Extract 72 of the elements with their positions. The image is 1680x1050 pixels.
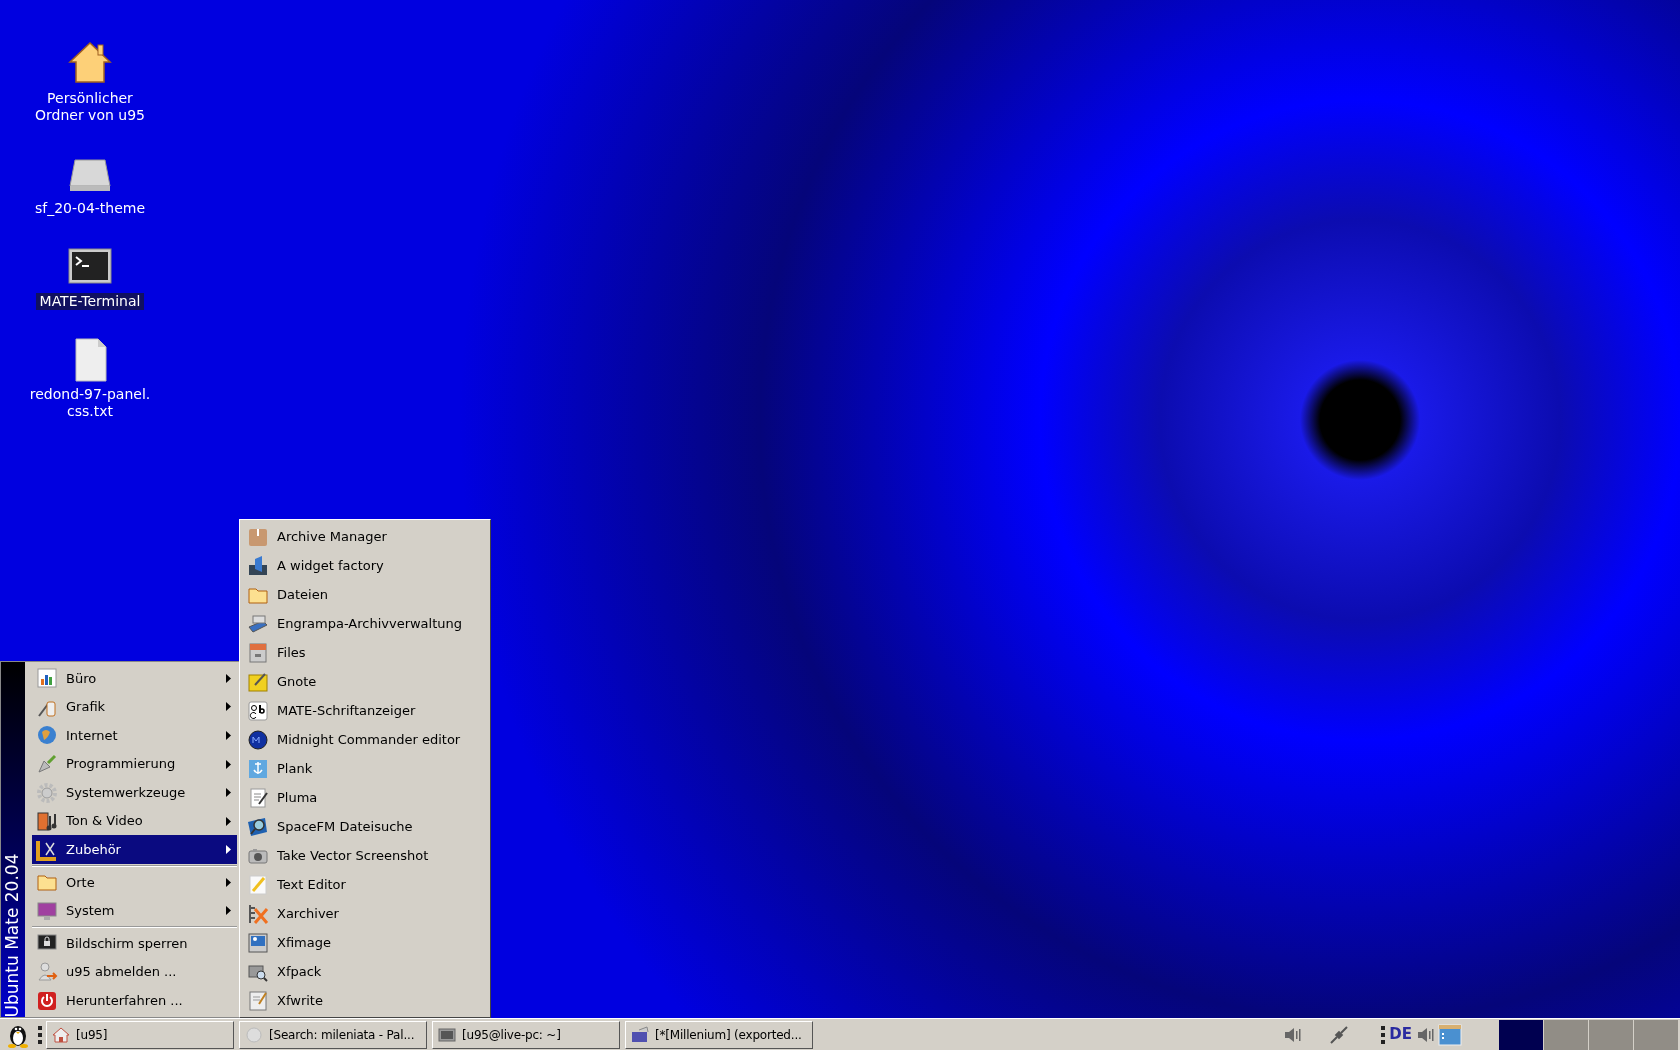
film-music-icon — [36, 810, 58, 833]
menu-item[interactable]: u95 abmelden ... — [32, 957, 237, 987]
menu-item[interactable]: Files — [243, 638, 487, 667]
desktop-icon-label: Persönlicher Ordner von u95 — [34, 90, 146, 124]
speaker-icon[interactable] — [1416, 1026, 1434, 1043]
globe-icon — [36, 724, 58, 747]
ruler-scissors-icon — [36, 838, 58, 861]
menu-item[interactable]: Systemwerkzeuge — [32, 778, 237, 807]
keyboard-layout-indicator[interactable]: DE — [1389, 1023, 1412, 1046]
terminal-icon — [438, 1025, 456, 1044]
menu-item[interactable]: Herunterfahren ... — [32, 986, 237, 1015]
menu-item[interactable]: Engrampa-Archivverwaltung — [243, 609, 487, 638]
menu-item[interactable]: Plank — [243, 754, 487, 783]
menu-item[interactable]: Dateien — [243, 580, 487, 609]
menu-item[interactable]: System — [32, 896, 237, 926]
menu-item[interactable]: Xfwrite — [243, 986, 487, 1015]
menu-item[interactable]: Zubehör — [32, 835, 237, 865]
desktop-icon-label: MATE-Terminal — [35, 293, 145, 310]
menu-item[interactable]: Internet — [32, 721, 237, 750]
document-pen-icon — [247, 989, 269, 1012]
menu-item[interactable]: Xfimage — [243, 928, 487, 957]
menu-item[interactable]: Archive Manager — [243, 522, 487, 551]
menu-item[interactable]: Bildschirm sperren — [32, 929, 237, 958]
menu-sidebar-title: Ubuntu Mate 20.04 — [4, 853, 22, 1017]
magnifier-icon — [247, 815, 269, 838]
user-arrow-icon — [36, 961, 58, 984]
house-icon — [52, 1025, 70, 1044]
desktop-icon[interactable]: Persönlicher Ordner von u95 — [20, 40, 160, 124]
cabinet-icon — [247, 641, 269, 664]
menu-item[interactable]: Grafik — [32, 692, 237, 722]
menu-item[interactable]: Xfpack — [243, 957, 487, 986]
monitor-icon — [36, 899, 58, 922]
menu-item[interactable]: Büro — [32, 664, 237, 693]
menu-item[interactable]: Programmierung — [32, 749, 237, 779]
menu-item[interactable]: A widget factory — [243, 551, 487, 580]
gear-icon — [36, 781, 58, 804]
workspace-button[interactable] — [1498, 1019, 1543, 1050]
pencil-paper-icon — [247, 873, 269, 896]
desktop-icon[interactable]: sf_20-04-theme — [20, 150, 160, 217]
window-icon[interactable] — [1438, 1023, 1462, 1046]
menu-item[interactable]: Midnight Commander editor — [243, 725, 487, 754]
menu-item[interactable]: SpaceFM Dateisuche — [243, 812, 487, 841]
taskbar-button[interactable]: [u95] — [46, 1020, 234, 1049]
mc-logo-icon — [247, 728, 269, 751]
menu-item[interactable]: Text Editor — [243, 870, 487, 899]
menu-item[interactable]: Take Vector Screenshot — [243, 841, 487, 870]
panel-handle-icon — [38, 1024, 42, 1045]
speaker-icon[interactable] — [1283, 1026, 1302, 1043]
taskbar-button[interactable]: [*[Millenium] (exported... — [625, 1020, 813, 1049]
letters-icon — [247, 699, 269, 722]
taskbar-button[interactable]: [Search: mileniata - Pal... — [239, 1020, 427, 1049]
archiver-icon — [247, 902, 269, 925]
disc-icon — [245, 1025, 263, 1044]
plug-icon[interactable] — [1329, 1024, 1350, 1045]
menu-item[interactable]: MATE-Schriftanzeiger — [243, 696, 487, 725]
menu-item[interactable]: Xarchiver — [243, 899, 487, 928]
menu-item[interactable]: Pluma — [243, 783, 487, 812]
menu-item[interactable]: Gnote — [243, 667, 487, 696]
desktop-icon[interactable]: MATE-Terminal — [20, 243, 160, 310]
image-viewer-icon — [247, 931, 269, 954]
desktop-icon-label: sf_20-04-theme — [33, 200, 147, 217]
spreadsheet-icon — [36, 667, 58, 690]
taskbar-button[interactable]: [u95@live-pc: ~] — [432, 1020, 620, 1049]
menu-item[interactable]: Orte — [32, 868, 237, 897]
desktop-icon-label: redond-97-panel. css.txt — [28, 386, 152, 420]
power-icon — [36, 989, 58, 1012]
desktop-icon[interactable]: redond-97-panel. css.txt — [20, 336, 160, 420]
document-pencil-icon — [247, 786, 269, 809]
panel-handle-icon — [1381, 1024, 1386, 1045]
trowel-icon — [36, 753, 58, 775]
menu-item[interactable]: Ton & Video — [32, 806, 237, 836]
anchor-icon — [247, 757, 269, 780]
